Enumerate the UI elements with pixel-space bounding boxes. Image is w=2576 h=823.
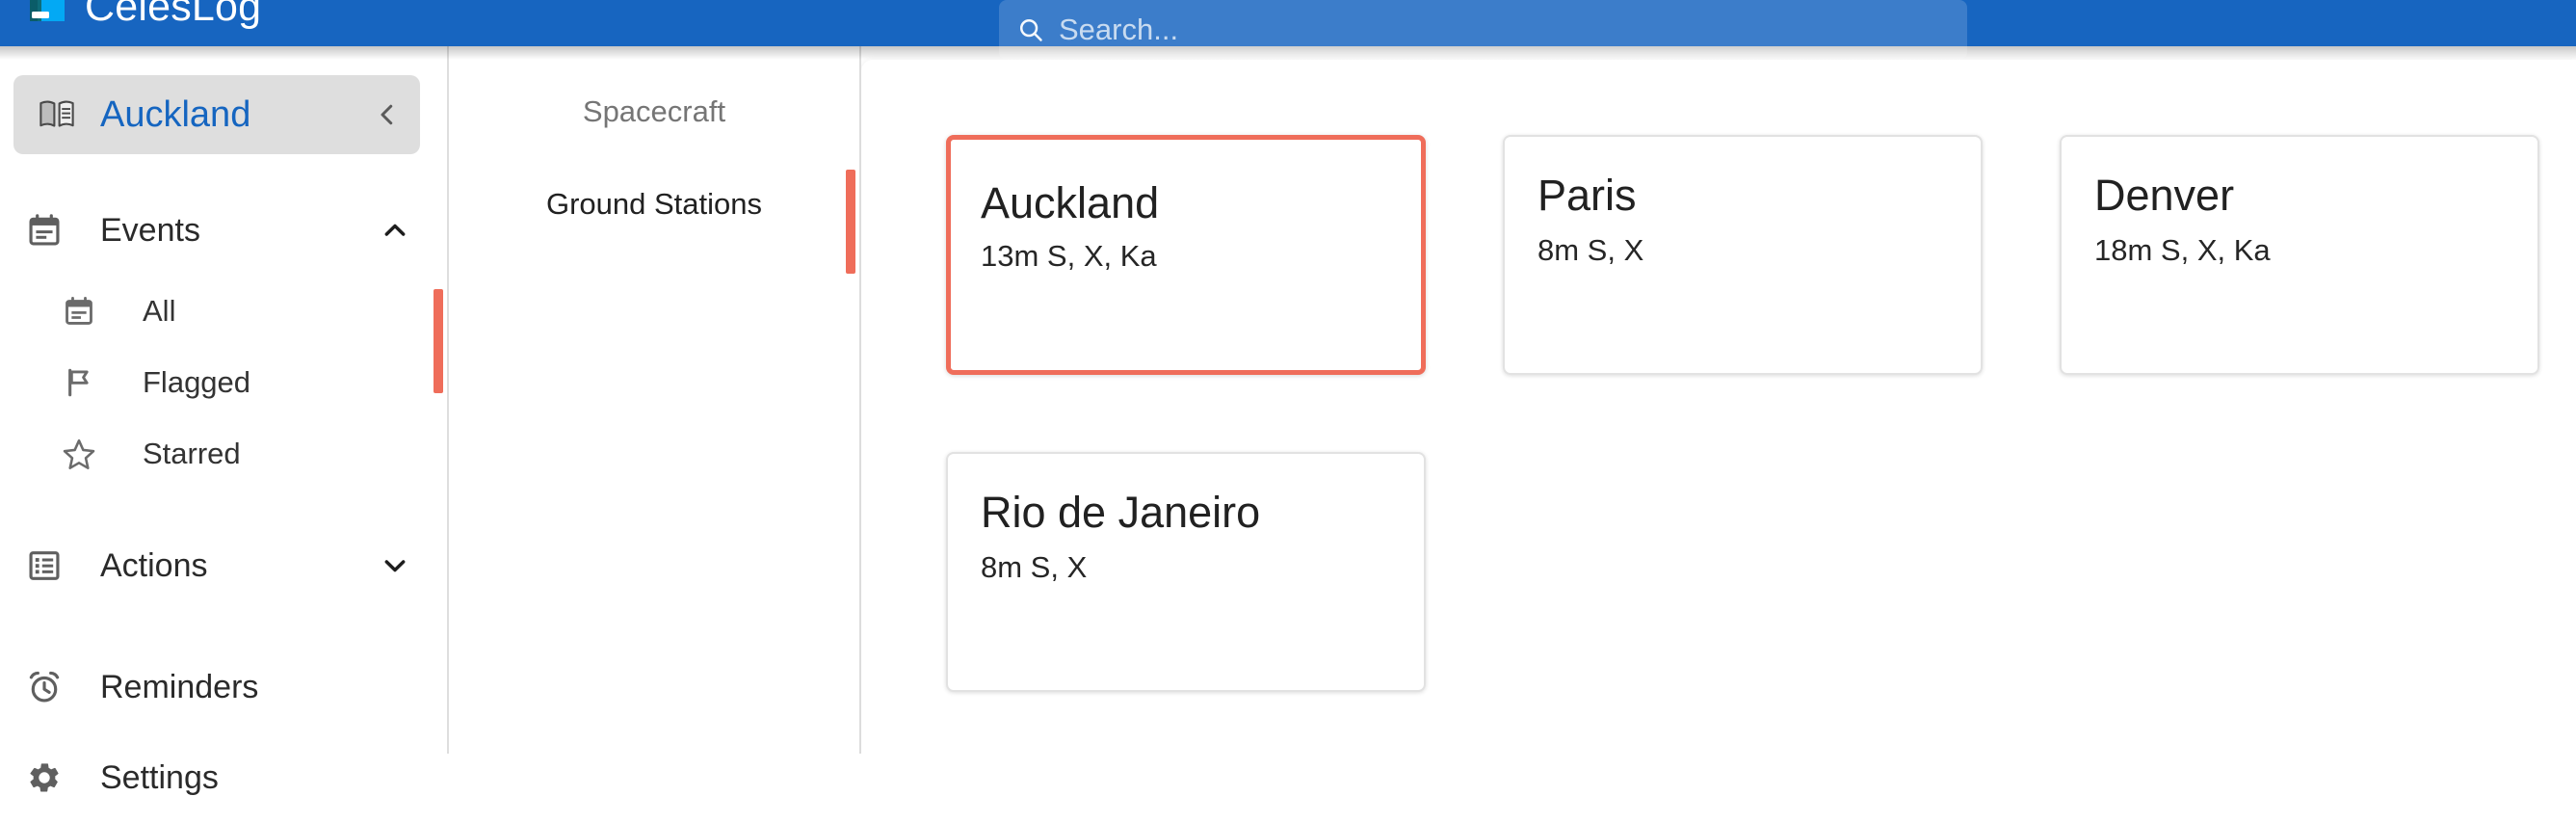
search-bar[interactable] — [999, 0, 1967, 60]
app-body: Auckland Even — [0, 46, 2576, 754]
sidebar-item-label-settings: Settings — [100, 759, 412, 797]
search-input[interactable] — [1059, 13, 1950, 47]
station-card-denver[interactable]: Denver 18m S, X, Ka — [2060, 135, 2539, 375]
sidebar-item-label-reminders: Reminders — [100, 669, 412, 706]
chevron-down-icon[interactable] — [378, 550, 412, 581]
sidebar-item-settings[interactable]: Settings — [0, 732, 447, 823]
station-card-title: Auckland — [981, 179, 1391, 227]
app-header: CelesLog — [0, 0, 2576, 46]
main-content: Auckland 13m S, X, Ka Paris 8m S, X Denv… — [861, 46, 2576, 754]
sidebar-item-starred[interactable]: Starred — [39, 418, 447, 490]
nav-item-label-ground-stations: Ground Stations — [546, 187, 762, 222]
sidebar-group-label-events: Events — [100, 212, 378, 250]
station-card-rio-de-janeiro[interactable]: Rio de Janeiro 8m S, X — [946, 452, 1426, 692]
station-card-subtitle: 8m S, X — [981, 550, 1391, 585]
sidebar-group-events: Events — [0, 185, 447, 490]
station-card-title: Denver — [2094, 172, 2505, 220]
search-icon — [1016, 15, 1045, 44]
list-icon — [17, 547, 71, 584]
sidebar-item-all[interactable]: All — [39, 276, 447, 347]
calendar-icon — [56, 295, 102, 328]
sidebar: Auckland Even — [0, 46, 449, 754]
sidebar-item-reminders[interactable]: Reminders — [0, 642, 447, 732]
station-card-paris[interactable]: Paris 8m S, X — [1503, 135, 1983, 375]
open-book-icon — [35, 94, 79, 135]
calendar-icon — [17, 212, 71, 249]
sidebar-scroll-indicator[interactable] — [434, 289, 443, 393]
brand: CelesLog — [25, 0, 261, 31]
sidebar-group-header-events[interactable]: Events — [0, 185, 447, 276]
chevron-left-icon[interactable] — [368, 100, 407, 129]
flag-icon — [56, 366, 102, 399]
sidebar-item-label-starred: Starred — [143, 437, 412, 471]
chevron-up-icon[interactable] — [378, 215, 412, 246]
sidebar-group-actions: Actions — [0, 520, 447, 611]
station-card-title: Paris — [1538, 172, 1948, 220]
app-title: CelesLog — [85, 0, 261, 31]
alarm-clock-icon — [17, 669, 71, 705]
nav-item-ground-stations[interactable]: Ground Stations — [449, 158, 859, 251]
nav-item-label-spacecraft: Spacecraft — [583, 94, 725, 129]
star-outline-icon — [56, 437, 102, 471]
sidebar-subitems-events: All Flagged — [0, 276, 447, 490]
station-card-subtitle: 8m S, X — [1538, 233, 1948, 268]
navpanel-scroll-indicator[interactable] — [846, 170, 855, 274]
sidebar-links: Reminders Settings — [0, 642, 447, 823]
sidebar-item-label-all: All — [143, 294, 412, 329]
sidebar-item-flagged[interactable]: Flagged — [39, 347, 447, 418]
station-card-subtitle: 18m S, X, Ka — [2094, 233, 2505, 268]
nav-item-spacecraft[interactable]: Spacecraft — [449, 66, 859, 158]
blue-book-icon — [25, 0, 69, 29]
sidebar-item-auckland[interactable]: Auckland — [13, 75, 420, 154]
secondary-nav-panel: Spacecraft Ground Stations — [449, 46, 861, 754]
ground-station-card-grid: Auckland 13m S, X, Ka Paris 8m S, X Denv… — [861, 46, 2576, 692]
sidebar-group-header-actions[interactable]: Actions — [0, 520, 447, 611]
station-card-subtitle: 13m S, X, Ka — [981, 239, 1391, 274]
sidebar-group-label-actions: Actions — [100, 547, 378, 585]
sidebar-item-label-flagged: Flagged — [143, 365, 412, 400]
station-card-auckland[interactable]: Auckland 13m S, X, Ka — [946, 135, 1426, 375]
station-card-title: Rio de Janeiro — [981, 489, 1391, 537]
gear-icon — [17, 759, 71, 796]
sidebar-selected-label: Auckland — [100, 94, 347, 136]
